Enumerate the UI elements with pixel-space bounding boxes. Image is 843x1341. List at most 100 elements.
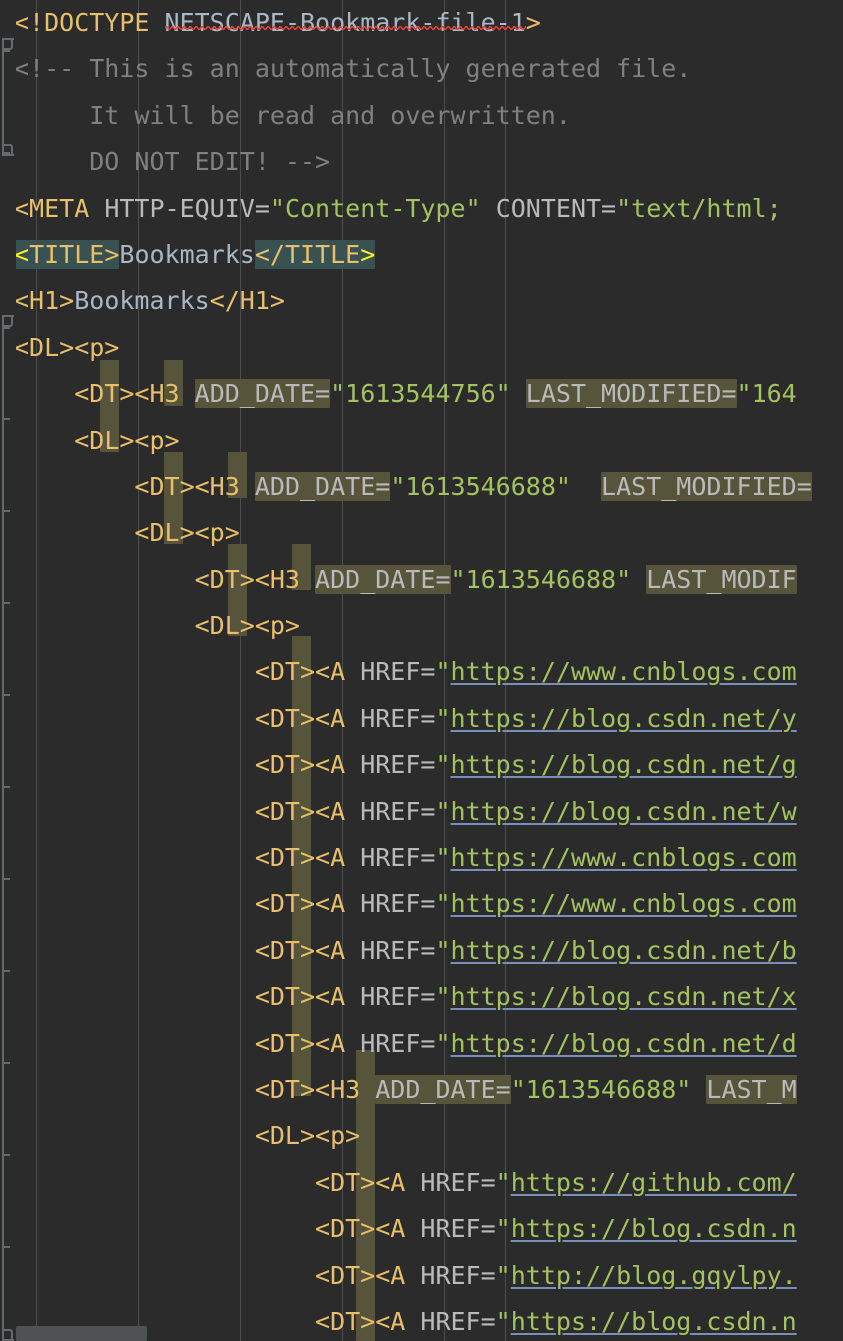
code-line[interactable]: <DT><A HREF="https://github.com/ — [0, 1160, 843, 1206]
horizontal-scrollbar[interactable] — [16, 1325, 843, 1341]
token-tag: </H1> — [209, 286, 285, 316]
fold-marker-12[interactable] — [3, 1246, 10, 1248]
token-tag: <DL><p> — [14, 332, 120, 362]
token-val: " — [495, 1167, 511, 1197]
code-line[interactable]: It will be read and overwritten. — [0, 93, 843, 139]
code-line[interactable]: <TITLE>Bookmarks</TITLE> — [0, 232, 843, 278]
token-txt: Bookmarks — [74, 286, 210, 316]
code-line[interactable]: <DT><H3 ADD_DATE="1613544756" LAST_MODIF… — [0, 371, 843, 417]
fold-marker-11[interactable] — [3, 1154, 10, 1156]
code-line[interactable]: <DT><A HREF="https://blog.csdn.net/g — [0, 742, 843, 788]
fold-marker-1[interactable] — [3, 152, 10, 154]
fold-marker-9[interactable] — [3, 970, 10, 972]
code-line[interactable]: <META HTTP-EQUIV="Content-Type" CONTENT=… — [0, 186, 843, 232]
token-val: " — [495, 1260, 511, 1290]
token-tag: <DT><H3 — [74, 379, 180, 409]
token-brk-match: < — [14, 239, 30, 269]
code-line[interactable]: <DT><A HREF="https://blog.csdn.net/b — [0, 928, 843, 974]
code-line[interactable]: <DT><A HREF="https://www.cnblogs.com — [0, 649, 843, 695]
token-tag: <H1> — [14, 286, 75, 316]
code-line[interactable]: <DT><H3 ADD_DATE="1613546688" LAST_MODIF… — [0, 464, 843, 510]
code-line[interactable]: <DT><A HREF="https://blog.csdn.net/y — [0, 696, 843, 742]
token-attr: HREF= — [360, 1028, 436, 1058]
token-val: " — [435, 982, 451, 1012]
code-line[interactable]: <DT><H3 ADD_DATE="1613546688" LAST_MODIF — [0, 557, 843, 603]
code-line[interactable]: <H1>Bookmarks</H1> — [0, 278, 843, 324]
token-attr: HREF= — [360, 657, 436, 687]
editor-gutter[interactable] — [0, 0, 16, 1341]
code-line[interactable]: <DL><p> — [0, 603, 843, 649]
token-tag: > — [525, 8, 541, 37]
code-line[interactable]: <DT><A HREF="http://blog.gqylpy. — [0, 1253, 843, 1299]
code-line[interactable]: <DT><A HREF="https://blog.csdn.net/w — [0, 789, 843, 835]
token-tag: <DL><p> — [134, 518, 240, 548]
token-tag: <DT><H3 — [134, 471, 240, 501]
fold-marker-3[interactable] — [3, 418, 10, 420]
fold-marker-7[interactable] — [3, 786, 10, 788]
token-tag: <DL><p> — [254, 1121, 361, 1151]
token-attr: LAST_MODIF — [646, 564, 797, 594]
code-line[interactable]: <!DOCTYPE NETSCAPE-Bookmark-file-1> — [0, 0, 843, 46]
token-attr: HREF= — [420, 1260, 496, 1290]
code-line[interactable]: <DL><p> — [0, 325, 843, 371]
code-content[interactable]: <!DOCTYPE NETSCAPE-Bookmark-file-1> <!-- … — [0, 0, 843, 1341]
token-val: "164 — [736, 379, 797, 409]
code-line[interactable]: <DL><p> — [0, 418, 843, 464]
code-line[interactable]: <DT><A HREF="https://www.cnblogs.com — [0, 881, 843, 927]
code-line[interactable]: DO NOT EDIT! --> — [0, 139, 843, 185]
fold-marker-4[interactable] — [3, 510, 10, 512]
token-txt: Bookmarks — [119, 239, 255, 269]
code-line[interactable]: <DL><p> — [0, 510, 843, 556]
fold-region-bracket-1[interactable] — [2, 315, 14, 1341]
code-line[interactable]: <DL><p> — [0, 1113, 843, 1159]
code-line[interactable]: <DT><H3 ADD_DATE="1613546688" LAST_M — [0, 1067, 843, 1113]
token-brk-match: > — [360, 239, 376, 269]
fold-marker-8[interactable] — [3, 878, 10, 880]
token-tag: <DT><A — [254, 750, 346, 780]
token-attr: LAST_MODIFIED= — [601, 471, 812, 501]
code-line[interactable]: <DT><A HREF="https://blog.csdn.net/x — [0, 974, 843, 1020]
code-line[interactable]: <DT><A HREF="https://www.cnblogs.com — [0, 835, 843, 881]
token-url: https://blog.csdn.net/g — [450, 750, 797, 780]
token-attr: ADD_DATE= — [194, 379, 331, 409]
token-val: "1613544756" — [330, 379, 511, 409]
code-line[interactable]: <DT><A HREF="https://blog.csdn.net/d — [0, 1021, 843, 1067]
code-editor[interactable]: <!DOCTYPE NETSCAPE-Bookmark-file-1> <!-- … — [0, 0, 843, 1341]
token-val: " — [435, 843, 451, 873]
fold-marker-0[interactable] — [3, 50, 10, 52]
token-attr: HREF= — [360, 750, 436, 780]
fold-marker-2[interactable] — [3, 327, 10, 329]
doctype-name-with-error: NETSCAPE-Bookmark-file-1 — [164, 8, 526, 37]
fold-marker-10[interactable] — [3, 1062, 10, 1064]
fold-marker-6[interactable] — [3, 694, 10, 696]
token-tag: <DT><A — [315, 1260, 406, 1290]
fold-marker-5[interactable] — [3, 602, 10, 604]
code-line[interactable]: <!-- This is an automatically generated … — [0, 46, 843, 92]
token-attr: HTTP-EQUIV= — [104, 193, 270, 223]
code-line[interactable]: <DT><A HREF="https://blog.csdn.n — [0, 1206, 843, 1252]
fold-region-bracket-0[interactable] — [2, 38, 14, 156]
token-attr: HREF= — [360, 843, 436, 873]
token-val: "text/html; — [616, 193, 782, 223]
token-url: https://blog.csdn.net/d — [450, 1028, 797, 1058]
horizontal-scrollbar-thumb[interactable] — [16, 1326, 147, 1341]
